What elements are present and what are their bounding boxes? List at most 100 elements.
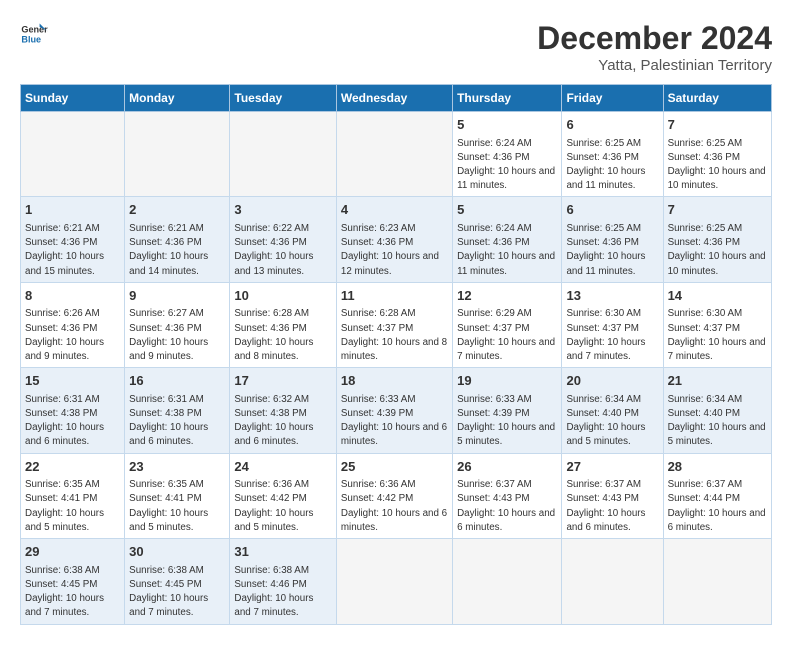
calendar-cell: 2 Sunrise: 6:21 AMSunset: 4:36 PMDayligh… — [125, 197, 230, 282]
day-number: 6 — [566, 116, 658, 134]
day-info: Sunrise: 6:25 AMSunset: 4:36 PMDaylight:… — [668, 138, 766, 192]
day-number: 31 — [234, 543, 332, 561]
col-header-friday: Friday — [562, 85, 663, 112]
day-number: 14 — [668, 287, 767, 305]
calendar-cell: 14 Sunrise: 6:30 AMSunset: 4:37 PMDaylig… — [663, 282, 771, 367]
day-number: 30 — [129, 543, 225, 561]
month-title: December 2024 — [537, 20, 772, 57]
calendar-cell: 16 Sunrise: 6:31 AMSunset: 4:38 PMDaylig… — [125, 368, 230, 453]
day-number: 5 — [457, 201, 557, 219]
title-area: December 2024 Yatta, Palestinian Territo… — [537, 20, 772, 74]
calendar-cell: 30 Sunrise: 6:38 AMSunset: 4:45 PMDaylig… — [125, 539, 230, 624]
calendar-cell: 13 Sunrise: 6:30 AMSunset: 4:37 PMDaylig… — [562, 282, 663, 367]
calendar-cell: 17 Sunrise: 6:32 AMSunset: 4:38 PMDaylig… — [230, 368, 337, 453]
svg-text:General: General — [21, 25, 48, 35]
calendar-cell: 24 Sunrise: 6:36 AMSunset: 4:42 PMDaylig… — [230, 453, 337, 538]
day-number: 24 — [234, 458, 332, 476]
day-info: Sunrise: 6:35 AMSunset: 4:41 PMDaylight:… — [129, 479, 208, 533]
day-info: Sunrise: 6:30 AMSunset: 4:37 PMDaylight:… — [668, 308, 766, 362]
logo: General Blue — [20, 20, 48, 48]
day-info: Sunrise: 6:23 AMSunset: 4:36 PMDaylight:… — [341, 223, 439, 277]
calendar-cell: 9 Sunrise: 6:27 AMSunset: 4:36 PMDayligh… — [125, 282, 230, 367]
day-info: Sunrise: 6:36 AMSunset: 4:42 PMDaylight:… — [234, 479, 313, 533]
day-number: 9 — [129, 287, 225, 305]
day-number: 12 — [457, 287, 557, 305]
day-number: 4 — [341, 201, 448, 219]
day-info: Sunrise: 6:31 AMSunset: 4:38 PMDaylight:… — [25, 394, 104, 448]
day-info: Sunrise: 6:33 AMSunset: 4:39 PMDaylight:… — [341, 394, 447, 448]
day-info: Sunrise: 6:25 AMSunset: 4:36 PMDaylight:… — [566, 138, 645, 192]
calendar-cell: 18 Sunrise: 6:33 AMSunset: 4:39 PMDaylig… — [336, 368, 452, 453]
calendar-cell: 3 Sunrise: 6:22 AMSunset: 4:36 PMDayligh… — [230, 197, 337, 282]
calendar-cell: 1 Sunrise: 6:21 AMSunset: 4:36 PMDayligh… — [21, 197, 125, 282]
day-number: 23 — [129, 458, 225, 476]
day-number: 25 — [341, 458, 448, 476]
day-number: 1 — [25, 201, 120, 219]
col-header-sunday: Sunday — [21, 85, 125, 112]
calendar-cell: 12 Sunrise: 6:29 AMSunset: 4:37 PMDaylig… — [453, 282, 562, 367]
calendar-row: 29 Sunrise: 6:38 AMSunset: 4:45 PMDaylig… — [21, 539, 772, 624]
calendar-cell: 27 Sunrise: 6:37 AMSunset: 4:43 PMDaylig… — [562, 453, 663, 538]
day-info: Sunrise: 6:25 AMSunset: 4:36 PMDaylight:… — [566, 223, 645, 277]
day-number: 16 — [129, 372, 225, 390]
calendar-cell: 7 Sunrise: 6:25 AMSunset: 4:36 PMDayligh… — [663, 197, 771, 282]
day-number: 21 — [668, 372, 767, 390]
day-info: Sunrise: 6:31 AMSunset: 4:38 PMDaylight:… — [129, 394, 208, 448]
location-title: Yatta, Palestinian Territory — [537, 57, 772, 74]
col-header-tuesday: Tuesday — [230, 85, 337, 112]
day-number: 2 — [129, 201, 225, 219]
calendar-cell: 10 Sunrise: 6:28 AMSunset: 4:36 PMDaylig… — [230, 282, 337, 367]
day-info: Sunrise: 6:30 AMSunset: 4:37 PMDaylight:… — [566, 308, 645, 362]
day-number: 19 — [457, 372, 557, 390]
calendar-cell: 25 Sunrise: 6:36 AMSunset: 4:42 PMDaylig… — [336, 453, 452, 538]
day-info: Sunrise: 6:38 AMSunset: 4:45 PMDaylight:… — [25, 565, 104, 619]
day-info: Sunrise: 6:38 AMSunset: 4:46 PMDaylight:… — [234, 565, 313, 619]
col-header-saturday: Saturday — [663, 85, 771, 112]
calendar-cell: 28 Sunrise: 6:37 AMSunset: 4:44 PMDaylig… — [663, 453, 771, 538]
col-header-monday: Monday — [125, 85, 230, 112]
calendar-cell: 5 Sunrise: 6:24 AMSunset: 4:36 PMDayligh… — [453, 197, 562, 282]
calendar-cell — [21, 112, 125, 197]
day-info: Sunrise: 6:35 AMSunset: 4:41 PMDaylight:… — [25, 479, 104, 533]
day-info: Sunrise: 6:26 AMSunset: 4:36 PMDaylight:… — [25, 308, 104, 362]
day-number: 15 — [25, 372, 120, 390]
day-number: 6 — [566, 201, 658, 219]
calendar-cell: 7 Sunrise: 6:25 AMSunset: 4:36 PMDayligh… — [663, 112, 771, 197]
day-number: 7 — [668, 116, 767, 134]
logo-icon: General Blue — [20, 20, 48, 48]
day-info: Sunrise: 6:34 AMSunset: 4:40 PMDaylight:… — [668, 394, 766, 448]
col-header-wednesday: Wednesday — [336, 85, 452, 112]
calendar-cell: 29 Sunrise: 6:38 AMSunset: 4:45 PMDaylig… — [21, 539, 125, 624]
day-info: Sunrise: 6:32 AMSunset: 4:38 PMDaylight:… — [234, 394, 313, 448]
day-info: Sunrise: 6:21 AMSunset: 4:36 PMDaylight:… — [25, 223, 104, 277]
day-info: Sunrise: 6:25 AMSunset: 4:36 PMDaylight:… — [668, 223, 766, 277]
day-number: 29 — [25, 543, 120, 561]
calendar-cell: 6 Sunrise: 6:25 AMSunset: 4:36 PMDayligh… — [562, 112, 663, 197]
calendar-cell: 26 Sunrise: 6:37 AMSunset: 4:43 PMDaylig… — [453, 453, 562, 538]
calendar-cell — [336, 539, 452, 624]
day-info: Sunrise: 6:36 AMSunset: 4:42 PMDaylight:… — [341, 479, 447, 533]
day-number: 17 — [234, 372, 332, 390]
calendar-cell: 8 Sunrise: 6:26 AMSunset: 4:36 PMDayligh… — [21, 282, 125, 367]
calendar-cell — [663, 539, 771, 624]
day-number: 7 — [668, 201, 767, 219]
calendar-cell — [336, 112, 452, 197]
calendar-table: SundayMondayTuesdayWednesdayThursdayFrid… — [20, 84, 772, 625]
svg-text:Blue: Blue — [21, 34, 41, 44]
calendar-cell: 4 Sunrise: 6:23 AMSunset: 4:36 PMDayligh… — [336, 197, 452, 282]
day-number: 27 — [566, 458, 658, 476]
day-number: 28 — [668, 458, 767, 476]
header-row: SundayMondayTuesdayWednesdayThursdayFrid… — [21, 85, 772, 112]
day-info: Sunrise: 6:29 AMSunset: 4:37 PMDaylight:… — [457, 308, 555, 362]
calendar-row: 15 Sunrise: 6:31 AMSunset: 4:38 PMDaylig… — [21, 368, 772, 453]
calendar-row: 8 Sunrise: 6:26 AMSunset: 4:36 PMDayligh… — [21, 282, 772, 367]
day-info: Sunrise: 6:22 AMSunset: 4:36 PMDaylight:… — [234, 223, 313, 277]
calendar-cell: 23 Sunrise: 6:35 AMSunset: 4:41 PMDaylig… — [125, 453, 230, 538]
calendar-cell: 19 Sunrise: 6:33 AMSunset: 4:39 PMDaylig… — [453, 368, 562, 453]
calendar-cell: 5 Sunrise: 6:24 AMSunset: 4:36 PMDayligh… — [453, 112, 562, 197]
day-info: Sunrise: 6:27 AMSunset: 4:36 PMDaylight:… — [129, 308, 208, 362]
header: General Blue December 2024 Yatta, Palest… — [20, 20, 772, 74]
calendar-cell — [230, 112, 337, 197]
calendar-cell: 20 Sunrise: 6:34 AMSunset: 4:40 PMDaylig… — [562, 368, 663, 453]
calendar-cell: 22 Sunrise: 6:35 AMSunset: 4:41 PMDaylig… — [21, 453, 125, 538]
